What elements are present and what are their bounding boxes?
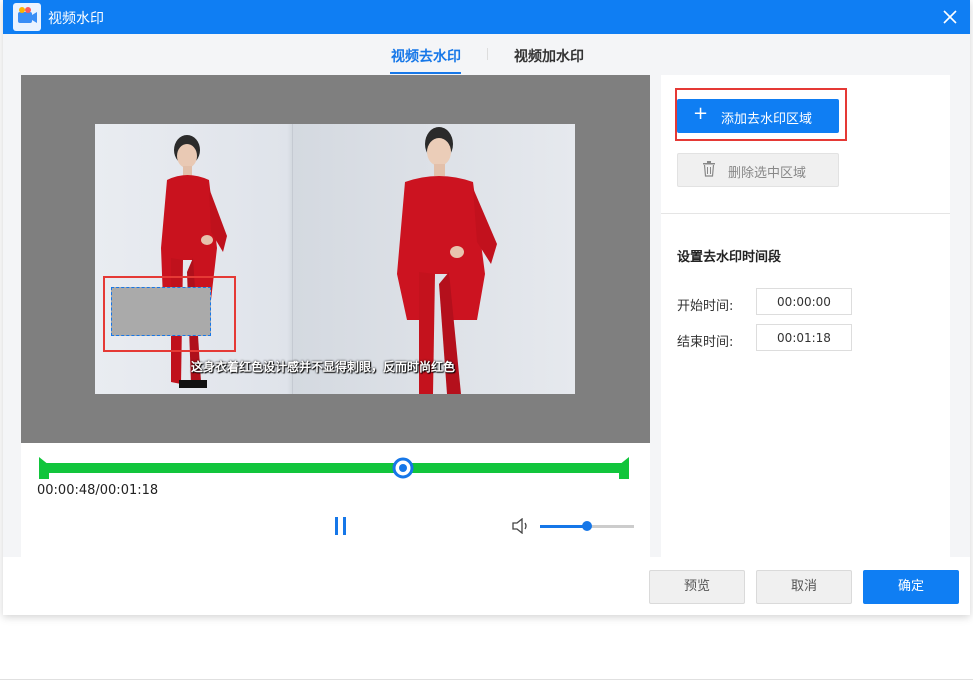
trim-end-handle[interactable] xyxy=(617,457,631,479)
tab-add-watermark[interactable]: 视频加水印 xyxy=(514,46,584,66)
person-left-image xyxy=(161,135,227,388)
timeline-track[interactable] xyxy=(41,463,628,473)
tab-bar: 视频去水印 视频加水印 xyxy=(3,34,970,74)
tab-remove-watermark[interactable]: 视频去水印 xyxy=(391,46,461,66)
start-time-input[interactable] xyxy=(756,288,852,315)
settings-panel: + 添加去水印区域 删除选中区域 设置去水印时间段 开始时间: 结束时间: xyxy=(661,75,950,557)
timeline-playhead[interactable] xyxy=(392,457,414,479)
video-preview-area: 这身衣着红色设计感并不显得刺眼，反而时尚红色 xyxy=(21,75,650,443)
preview-button[interactable]: 预览 xyxy=(649,570,745,604)
frame-split-line xyxy=(292,124,293,394)
cancel-button[interactable]: 取消 xyxy=(756,570,852,604)
active-tab-indicator xyxy=(390,72,461,74)
end-time-input[interactable] xyxy=(756,324,852,351)
watermark-dialog: 视频水印 视频去水印 视频加水印 这身衣着红色设计感并不显得刺眼，反而时尚红色 … xyxy=(3,0,970,615)
window-title: 视频水印 xyxy=(48,11,104,27)
start-time-label: 开始时间: xyxy=(677,299,734,314)
volume-slider-knob[interactable] xyxy=(582,521,592,531)
video-frame: 这身衣着红色设计感并不显得刺眼，反而时尚红色 xyxy=(95,124,575,394)
bottom-divider xyxy=(0,679,973,680)
time-range-title: 设置去水印时间段 xyxy=(677,250,782,265)
panel-divider xyxy=(661,213,950,214)
dialog-footer: 预览 取消 确定 xyxy=(3,557,970,615)
delete-selected-area-button[interactable]: 删除选中区域 xyxy=(677,153,839,187)
person-right-image xyxy=(397,127,497,394)
close-icon[interactable] xyxy=(938,5,962,29)
trash-icon xyxy=(703,161,715,177)
time-display: 00:00:48/00:01:18 xyxy=(37,483,159,498)
tab-divider xyxy=(487,48,488,60)
ok-button[interactable]: 确定 xyxy=(863,570,959,604)
end-time-label: 结束时间: xyxy=(677,335,734,350)
watermark-highlight-frame xyxy=(103,276,236,352)
player-controls: 00:00:48/00:01:18 xyxy=(21,443,650,557)
video-subtitle: 这身衣着红色设计感并不显得刺眼，反而时尚红色 xyxy=(191,360,456,374)
pause-icon[interactable] xyxy=(333,517,349,535)
volume-slider-fill xyxy=(540,525,587,528)
volume-icon[interactable] xyxy=(511,518,531,534)
add-button-highlight-frame xyxy=(675,88,847,141)
app-logo-icon xyxy=(13,3,41,31)
title-bar: 视频水印 xyxy=(3,0,970,34)
